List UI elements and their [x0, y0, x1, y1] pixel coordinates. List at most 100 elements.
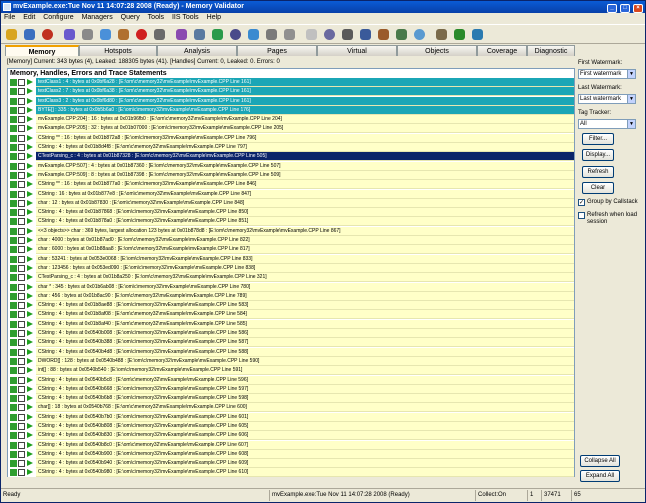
expand-icon[interactable]	[18, 144, 25, 152]
menu-file[interactable]: File	[4, 13, 15, 23]
table-row[interactable]: CString : 4 : bytes at 0x0540b6b8 : [E:\…	[8, 394, 574, 404]
expand-icon[interactable]	[18, 469, 25, 477]
table-row[interactable]: mvExample.CPP:204] : 16 : bytes at 0x01b…	[8, 115, 574, 125]
table-row[interactable]: CString : 4 : bytes at 0x01b8d4f8 : [E:\…	[8, 143, 574, 153]
tree-icon[interactable]	[321, 26, 338, 43]
expand-icon[interactable]	[18, 367, 25, 375]
tab-objects[interactable]: Objects	[397, 45, 477, 56]
stop-icon[interactable]	[133, 26, 150, 43]
table-row[interactable]: char : 6000 : bytes at 0x01b88aa8 : [E:\…	[8, 245, 574, 255]
tab-memory[interactable]: Memory	[5, 45, 79, 56]
table-row[interactable]: char * : 345 : bytes at 0x01b6ab08 : [E:…	[8, 282, 574, 292]
expand-icon[interactable]	[18, 106, 25, 114]
expand-icon[interactable]	[18, 339, 25, 347]
table-row[interactable]: BYTE[] : 335 : bytes at 0x0b5b6a0 : [E:\…	[8, 105, 574, 115]
expand-icon[interactable]	[18, 134, 25, 142]
expand-icon[interactable]	[18, 320, 25, 328]
table-row[interactable]: CTestParsing_c : 4 : bytes at 0x01b87328…	[8, 152, 574, 162]
refresh-icon[interactable]	[209, 26, 226, 43]
table-row[interactable]: char : 456 : bytes at 0x01b8ac90 : [E:\o…	[8, 291, 574, 301]
expand-icon[interactable]	[18, 385, 25, 393]
table-row[interactable]: CString : 4 : bytes at 0x0540b830 : [E:\…	[8, 431, 574, 441]
allocation-tree[interactable]: Memory, Handles, Errors and Trace Statem…	[7, 68, 575, 484]
menu-edit[interactable]: Edit	[23, 13, 35, 23]
tag-tracker-select[interactable]: All ▼	[578, 119, 636, 129]
table-row[interactable]: <<3 objects>> char : 369 bytes, largest …	[8, 226, 574, 236]
table-row[interactable]: mvExample.CPP:507] : 4 : bytes at 0x01b8…	[8, 161, 574, 171]
expand-all-button[interactable]: Expand All	[580, 470, 620, 482]
table-row[interactable]: testClass2 : 7 : bytes at 0x0bf6a38 : [E…	[8, 87, 574, 97]
table-row[interactable]: CString : 4 : bytes at 0x0540b008 : [E:\…	[8, 329, 574, 339]
tab-analysis[interactable]: Analysis	[157, 45, 237, 56]
expand-icon[interactable]	[18, 422, 25, 430]
table-row[interactable]: CString : 4 : bytes at 0x0540b668 : [E:\…	[8, 384, 574, 394]
table-row[interactable]: CString : 4 : bytes at 0x0540b7b0 : [E:\…	[8, 412, 574, 422]
expand-icon[interactable]	[18, 432, 25, 440]
expand-icon[interactable]	[18, 125, 25, 133]
expand-icon[interactable]	[18, 162, 25, 170]
table-row[interactable]: testClass1 : 4 : bytes at 0x0bf6a28 : [E…	[8, 78, 574, 87]
expand-icon[interactable]	[18, 218, 25, 226]
expand-icon[interactable]	[18, 264, 25, 272]
last-watermark-select[interactable]: Last watermark ▼	[578, 94, 636, 104]
tab-diagnostic[interactable]: Diagnostic	[527, 45, 575, 56]
expand-icon[interactable]	[18, 246, 25, 254]
watermark-icon[interactable]	[357, 26, 374, 43]
expand-icon[interactable]	[18, 274, 25, 282]
chevron-down-icon[interactable]: ▼	[627, 120, 635, 128]
open-icon[interactable]	[3, 26, 20, 43]
tab-pages[interactable]: Pages	[237, 45, 317, 56]
table-row[interactable]: CString : 4 : bytes at 0x01b878a0 : [E:\…	[8, 217, 574, 227]
group-by-callstack-checkbox[interactable]: ✓ Group by Callstack	[578, 199, 640, 206]
wand-icon[interactable]	[173, 26, 190, 43]
expand-icon[interactable]	[18, 292, 25, 300]
minimize-button[interactable]: _	[607, 4, 618, 13]
menu-query[interactable]: Query	[121, 13, 140, 23]
graph-icon[interactable]	[245, 26, 262, 43]
tab-hotspots[interactable]: Hotspots	[79, 45, 157, 56]
hook-icon[interactable]	[115, 26, 132, 43]
table-row[interactable]: CString : 4 : bytes at 0x01b8af40 : [E:\…	[8, 319, 574, 329]
filter-button[interactable]: Filter...	[582, 133, 614, 145]
help-icon[interactable]	[469, 26, 486, 43]
menu-iis-tools[interactable]: IIS Tools	[172, 13, 199, 23]
expand-icon[interactable]	[18, 357, 25, 365]
expand-icon[interactable]	[18, 199, 25, 207]
expand-icon[interactable]	[18, 450, 25, 458]
table-row[interactable]: CString : 4 : bytes at 0x01b8ae88 : [E:\…	[8, 301, 574, 311]
maximize-button[interactable]: □	[620, 4, 631, 13]
expand-icon[interactable]	[18, 181, 25, 189]
close-button[interactable]: ×	[633, 4, 643, 13]
table-row[interactable]: CString : 16 : bytes at 0x01b877e8 : [E:…	[8, 189, 574, 199]
checkbox-checked[interactable]: ✓	[578, 199, 585, 206]
wait-icon[interactable]	[79, 26, 96, 43]
expand-icon[interactable]	[18, 79, 25, 86]
expand-icon[interactable]	[18, 404, 25, 412]
table-row[interactable]: DWORD[] : 128 : bytes at 0x0540b488 : [E…	[8, 356, 574, 366]
refresh-button[interactable]: Refresh	[582, 166, 614, 178]
tab-virtual[interactable]: Virtual	[317, 45, 397, 56]
expand-icon[interactable]	[18, 97, 25, 105]
go-icon[interactable]	[451, 26, 468, 43]
table-row[interactable]: CString : 4 : bytes at 0x01b87868 : [E:\…	[8, 208, 574, 218]
table-row[interactable]: CTestParsing_c : 4 : bytes at 0x01b8a250…	[8, 273, 574, 283]
monitor-icon[interactable]	[97, 26, 114, 43]
expand-icon[interactable]	[18, 348, 25, 356]
table-row[interactable]: CString : 4 : bytes at 0x0540b8c0 : [E:\…	[8, 440, 574, 450]
table-row[interactable]: CString : 4 : bytes at 0x0540b4d8 : [E:\…	[8, 347, 574, 357]
expand-icon[interactable]	[18, 116, 25, 124]
expand-icon[interactable]	[18, 441, 25, 449]
title-bar[interactable]: mvExample.exe:Tue Nov 11 14:07:28 2008 (…	[1, 1, 645, 13]
table-row[interactable]: CString : 4 : bytes at 0x0540b900 : [E:\…	[8, 449, 574, 459]
table-row[interactable]: mvExample.CPP:205] : 32 : bytes at 0x01b…	[8, 124, 574, 134]
expand-icon[interactable]	[18, 255, 25, 263]
expand-icon[interactable]	[18, 190, 25, 198]
table-row[interactable]: char : 123456 : bytes at 0x053ed090 : [E…	[8, 263, 574, 273]
table-row[interactable]: CString : 4 : bytes at 0x0540b5c8 : [E:\…	[8, 375, 574, 385]
expand-icon[interactable]	[18, 311, 25, 319]
table-row[interactable]: char : 12 : bytes at 0x01b87830 : [E:\om…	[8, 198, 574, 208]
table-row[interactable]: CString : 4 : bytes at 0x0540b808 : [E:\…	[8, 421, 574, 431]
trace-icon[interactable]	[375, 26, 392, 43]
table-row[interactable]: int[] : 88 : bytes at 0x0540b540 : [E:\o…	[8, 366, 574, 376]
refresh-when-load-checkbox[interactable]: Refresh when load session	[578, 212, 640, 226]
